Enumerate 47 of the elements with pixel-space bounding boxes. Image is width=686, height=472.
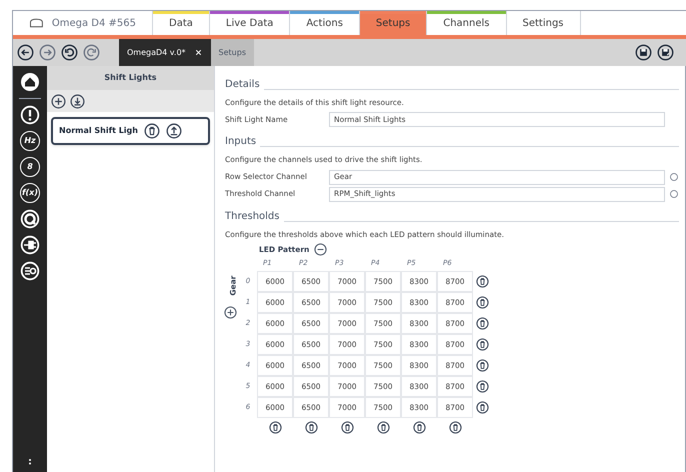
save-button[interactable] [635,44,652,61]
import-button[interactable] [70,94,85,108]
sidebar-button[interactable]: f(x) [20,183,40,203]
save-all-button[interactable] [657,44,674,61]
app-tab[interactable]: Setups [360,11,428,35]
delete-row-button[interactable] [476,400,489,414]
alert-icon[interactable] [20,105,40,125]
gauge-icon[interactable] [20,209,40,229]
delete-button[interactable] [144,123,160,139]
delete-row-button[interactable] [476,358,489,372]
delete-column-button[interactable] [304,420,318,434]
item-label: Normal Shift Ligh [59,125,138,137]
sidebar-button[interactable]: 8 [20,157,40,177]
delete-row-button[interactable] [476,338,489,351]
delete-column-button[interactable] [268,420,282,434]
app-tab[interactable]: Actions [290,11,360,35]
panel-title: Shift Lights [47,66,214,90]
section-heading: Details [225,78,260,92]
delete-column-button[interactable] [448,420,462,434]
section-heading: Inputs [225,135,256,150]
document-tab[interactable]: Setups [210,39,254,66]
undo-button[interactable] [61,44,78,61]
list-item[interactable]: Normal Shift Ligh [51,117,210,145]
forward-button[interactable] [39,44,56,61]
plug-icon[interactable] [20,235,40,255]
delete-row-button[interactable] [476,316,489,330]
add-button[interactable] [51,94,66,108]
redo-button[interactable] [83,44,100,61]
delete-row-button[interactable] [476,380,489,393]
delete-row-button[interactable] [476,274,489,288]
home-icon[interactable] [20,72,40,92]
back-button[interactable] [17,44,34,61]
list-icon[interactable] [20,261,40,281]
delete-column-button[interactable] [376,420,390,434]
delete-column-button[interactable] [340,420,354,434]
app-tab[interactable]: Channels [427,11,506,35]
app-tab[interactable]: Live Data [210,11,290,35]
sidebar-button[interactable]: Hz [20,131,40,151]
delete-column-button[interactable] [412,420,426,434]
document-tab[interactable]: OmegaD4 v.0* [119,39,211,66]
export-button[interactable] [166,123,182,139]
remove-column-button[interactable] [314,242,328,256]
delete-row-button[interactable] [476,296,489,309]
app-tab[interactable]: Data [153,11,210,35]
close-icon[interactable] [194,48,203,57]
add-row-button[interactable] [224,306,237,319]
section-heading: Thresholds [225,210,280,224]
